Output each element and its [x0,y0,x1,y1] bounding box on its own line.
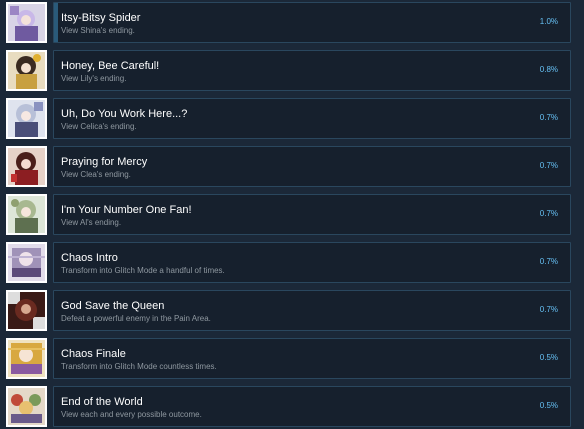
achievement-row[interactable]: Chaos Finale Transform into Glitch Mode … [6,338,571,379]
achievement-row[interactable]: God Save the Queen Defeat a powerful ene… [6,290,571,331]
group-portrait-icon [6,386,47,427]
unlock-percentage: 0.8% [539,65,558,74]
achievement-panel: Chaos Intro Transform into Glitch Mode a… [53,242,571,283]
achievement-title: Uh, Do You Work Here...? [61,108,188,120]
achievement-title: God Save the Queen [61,300,165,312]
achievement-list: Itsy-Bitsy Spider View Shina's ending. 1… [0,0,584,429]
achievement-title: I'm Your Number One Fan! [61,204,192,216]
unlock-percentage: 0.5% [539,353,558,362]
glitch-portrait-icon [6,242,47,283]
unlock-percentage: 0.7% [539,161,558,170]
glitch-portrait-icon [6,338,47,379]
queen-portrait-icon [6,290,47,331]
achievement-panel: Honey, Bee Careful! View Lily's ending. … [53,50,571,91]
character-portrait-icon [6,194,47,235]
achievement-row[interactable]: Chaos Intro Transform into Glitch Mode a… [6,242,571,283]
unlock-percentage: 0.7% [539,257,558,266]
achievement-description: View Clea's ending. [61,170,131,179]
unlock-percentage: 0.5% [539,401,558,410]
unlock-percentage: 0.7% [539,113,558,122]
achievement-description: Transform into Glitch Mode countless tim… [61,362,217,371]
progress-marker [54,3,58,42]
unlock-percentage: 1.0% [539,17,558,26]
achievement-description: Transform into Glitch Mode a handful of … [61,266,225,275]
achievement-title: Chaos Intro [61,252,118,264]
achievement-row[interactable]: Praying for Mercy View Clea's ending. 0.… [6,146,571,187]
achievement-panel: Uh, Do You Work Here...? View Celica's e… [53,98,571,139]
achievement-title: Praying for Mercy [61,156,148,168]
achievement-row[interactable]: I'm Your Number One Fan! View Al's endin… [6,194,571,235]
unlock-percentage: 0.7% [539,209,558,218]
achievement-panel: End of the World View each and every pos… [53,386,571,427]
achievement-description: Defeat a powerful enemy in the Pain Area… [61,314,211,323]
achievement-panel: Itsy-Bitsy Spider View Shina's ending. 1… [53,2,571,43]
character-portrait-icon [6,98,47,139]
achievement-panel: I'm Your Number One Fan! View Al's endin… [53,194,571,235]
achievement-description: View Shina's ending. [61,26,135,35]
achievement-panel: Chaos Finale Transform into Glitch Mode … [53,338,571,379]
achievement-title: End of the World [61,396,143,408]
achievement-description: View Lily's ending. [61,74,127,83]
achievement-panel: Praying for Mercy View Clea's ending. 0.… [53,146,571,187]
achievement-title: Itsy-Bitsy Spider [61,12,141,24]
achievement-title: Chaos Finale [61,348,126,360]
unlock-percentage: 0.7% [539,305,558,314]
character-portrait-icon [6,146,47,187]
character-portrait-icon [6,2,47,43]
achievement-row[interactable]: Honey, Bee Careful! View Lily's ending. … [6,50,571,91]
achievement-row[interactable]: Uh, Do You Work Here...? View Celica's e… [6,98,571,139]
achievement-title: Honey, Bee Careful! [61,60,160,72]
achievement-description: View Celica's ending. [61,122,137,131]
achievement-row[interactable]: Itsy-Bitsy Spider View Shina's ending. 1… [6,2,571,43]
achievement-description: View each and every possible outcome. [61,410,202,419]
character-portrait-icon [6,50,47,91]
achievement-description: View Al's ending. [61,218,122,227]
achievement-row[interactable]: End of the World View each and every pos… [6,386,571,427]
achievement-panel: God Save the Queen Defeat a powerful ene… [53,290,571,331]
